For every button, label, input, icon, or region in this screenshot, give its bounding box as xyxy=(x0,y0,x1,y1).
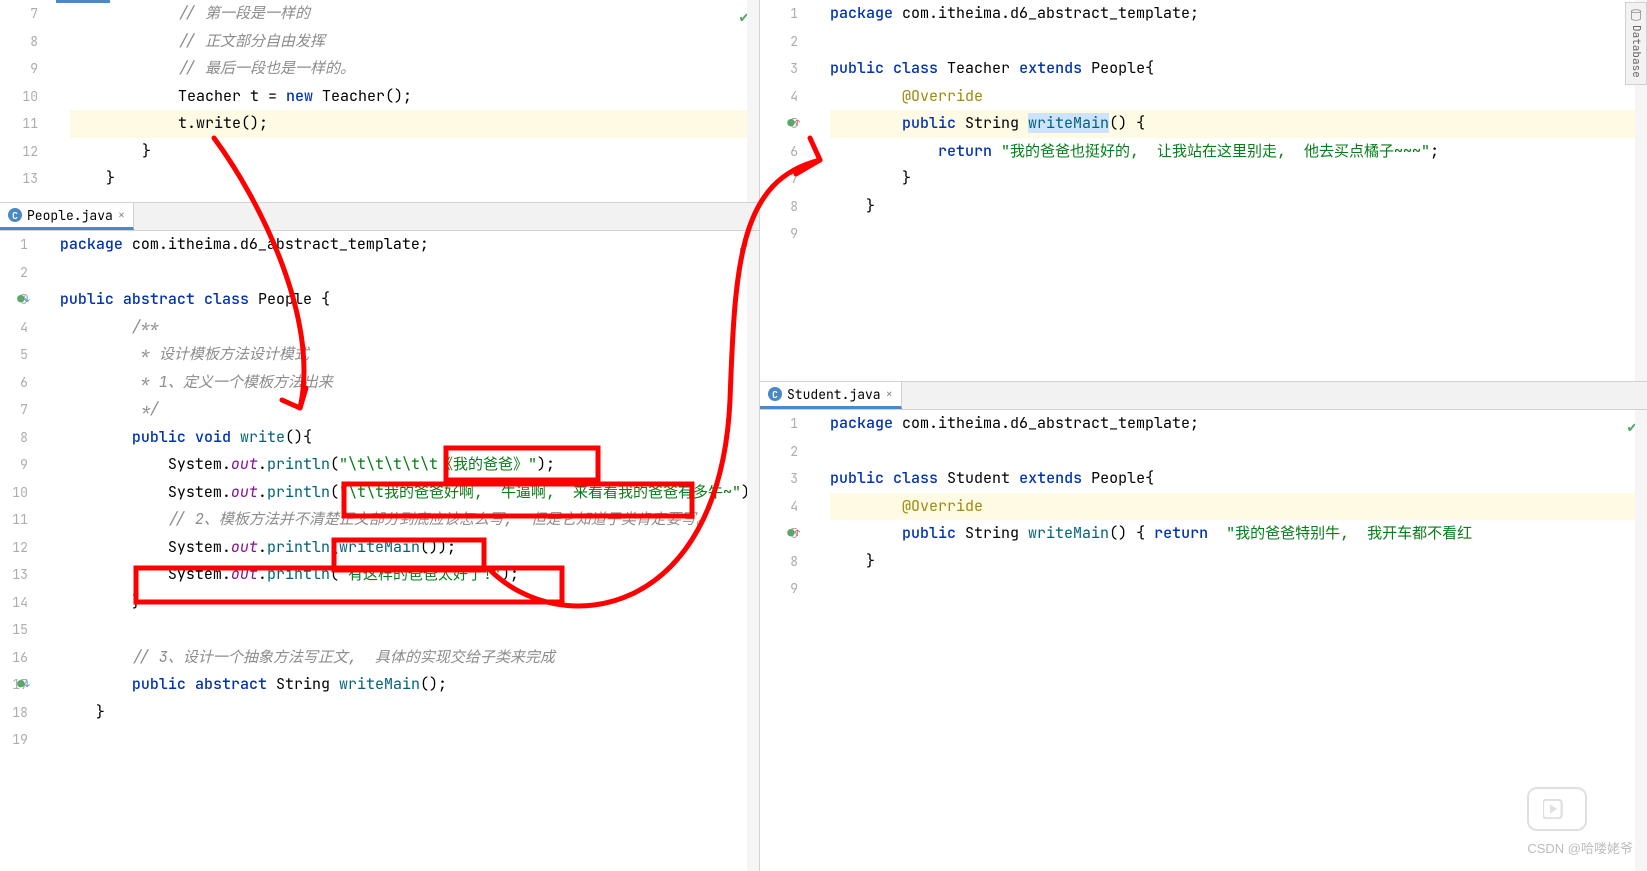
tab-people[interactable]: C People.java × xyxy=(0,203,134,230)
database-icon xyxy=(1630,9,1642,21)
scrollbar[interactable] xyxy=(747,231,759,871)
tab-bar: C Student.java × xyxy=(760,382,1647,410)
gutter[interactable]: 12345●↑6789 xyxy=(760,0,816,381)
code-content[interactable]: // 第一段是一样的 // 正文部分自由发挥 // 最后一段也是一样的。 Tea… xyxy=(56,0,759,202)
tab-label: Student.java xyxy=(787,386,881,403)
ide-root: 78910111213 // 第一段是一样的 // 正文部分自由发挥 // 最后… xyxy=(0,0,1647,871)
code-area[interactable]: 78910111213 // 第一段是一样的 // 正文部分自由发挥 // 最后… xyxy=(0,0,759,202)
tab-label: People.java xyxy=(27,207,113,224)
tab-bar: C People.java × xyxy=(0,203,759,231)
right-column: 12345●↑6789 package com.itheima.d6_abstr… xyxy=(760,0,1647,871)
code-content[interactable]: package com.itheima.d6_abstract_template… xyxy=(46,231,759,871)
code-area[interactable]: 123●↓4567891011121314151617●↓1819 packag… xyxy=(0,231,759,871)
editor-pane-top-left: 78910111213 // 第一段是一样的 // 正文部分自由发挥 // 最后… xyxy=(0,0,759,203)
code-content[interactable]: package com.itheima.d6_abstract_template… xyxy=(816,410,1647,871)
close-icon[interactable]: × xyxy=(886,386,893,402)
scrollbar[interactable] xyxy=(1635,410,1647,871)
java-class-icon: C xyxy=(8,208,22,222)
java-class-icon: C xyxy=(768,387,782,401)
editor-pane-bot-left: C People.java × 123●↓4567891011121314151… xyxy=(0,203,759,871)
watermark: CSDN @哈喽姥爷 xyxy=(1527,838,1633,857)
close-icon[interactable]: × xyxy=(118,207,125,223)
code-content[interactable]: package com.itheima.d6_abstract_template… xyxy=(816,0,1647,381)
video-logo-icon xyxy=(1527,787,1587,831)
gutter[interactable]: 78910111213 xyxy=(0,0,56,202)
left-column: 78910111213 // 第一段是一样的 // 正文部分自由发挥 // 最后… xyxy=(0,0,760,871)
gutter[interactable]: 12345●↑89 xyxy=(760,410,816,871)
gutter[interactable]: 123●↓4567891011121314151617●↓1819 xyxy=(0,231,46,871)
code-area[interactable]: 12345●↑89 package com.itheima.d6_abstrac… xyxy=(760,410,1647,871)
editor-pane-top-right: 12345●↑6789 package com.itheima.d6_abstr… xyxy=(760,0,1647,382)
editor-pane-bot-right: C Student.java × 12345●↑89 package com.i… xyxy=(760,382,1647,871)
tool-label: Database xyxy=(1629,25,1643,78)
tab-student[interactable]: C Student.java × xyxy=(760,382,902,409)
tool-window-database[interactable]: Database xyxy=(1625,2,1647,85)
code-area[interactable]: 12345●↑6789 package com.itheima.d6_abstr… xyxy=(760,0,1647,381)
scrollbar[interactable] xyxy=(747,0,759,202)
